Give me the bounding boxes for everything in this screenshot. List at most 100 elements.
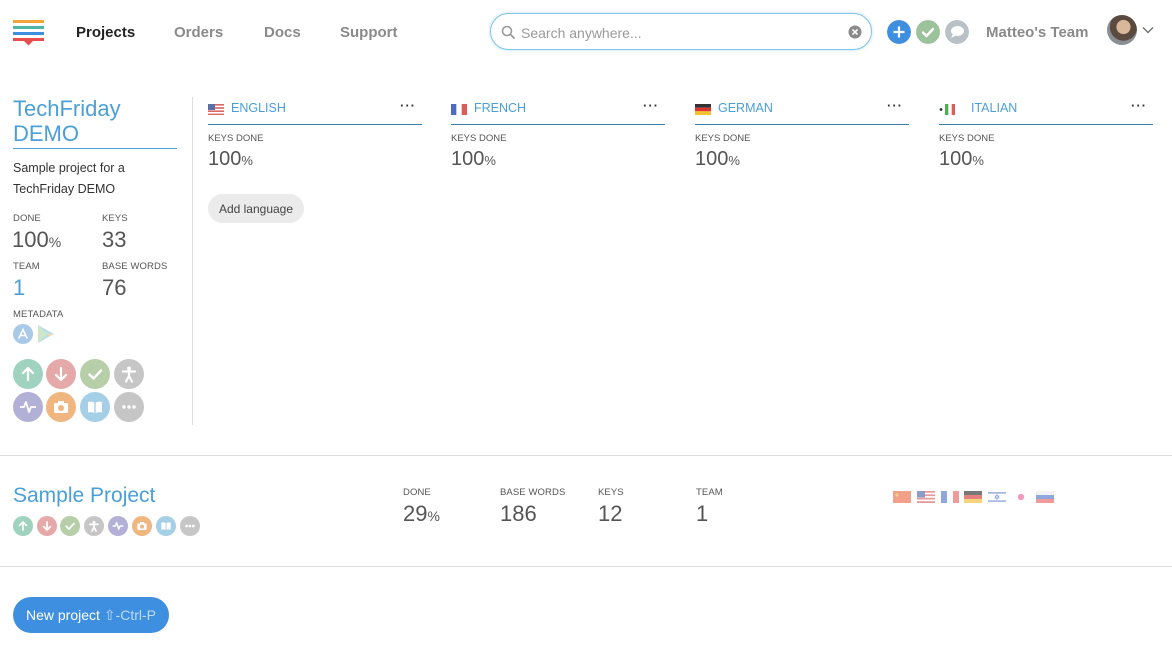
upload-icon[interactable] [13,359,43,389]
google-play-icon[interactable] [36,324,56,344]
language-column-german: GERMAN ··· KEYS DONE 100% [695,98,909,170]
keys-done-number: 100 [695,148,729,170]
done-unit: % [48,234,62,250]
section-divider [0,566,1172,567]
person-icon[interactable] [114,359,144,389]
keys-done-number: 100 [939,148,973,170]
activity-icon[interactable] [108,516,128,536]
search-input[interactable] [519,22,843,44]
ru-flag-icon[interactable] [1036,491,1054,503]
add-language-button[interactable]: Add language [208,194,304,223]
metadata-label: METADATA [13,309,64,320]
team-name[interactable]: Matteo's Team [986,24,1088,41]
done-value: 100% [12,227,61,253]
base-words-label: BASE WORDS [102,261,168,272]
keys-done-unit: % [484,153,496,168]
language-name[interactable]: GERMAN [718,101,773,115]
language-name[interactable]: ITALIAN [971,101,1017,115]
language-menu-button[interactable]: ··· [643,98,659,113]
chat-icon[interactable] [945,20,969,44]
language-menu-button[interactable]: ··· [1131,98,1147,113]
language-menu-button[interactable]: ··· [400,98,416,113]
project-title[interactable]: TechFriday DEMO [13,96,183,146]
keys-done-label: KEYS DONE [939,133,995,144]
keys-label: KEYS [598,487,624,498]
add-plus-icon[interactable] [887,20,911,44]
book-icon[interactable] [156,516,176,536]
project-title-line1[interactable]: TechFriday [13,96,121,121]
done-unit: % [427,508,440,524]
keys-value: 33 [102,227,127,252]
app-store-icon[interactable] [13,324,33,344]
activity-icon[interactable] [13,392,43,422]
camera-icon[interactable] [132,516,152,536]
vertical-divider [192,97,193,425]
title-underline [13,148,177,149]
download-icon[interactable] [37,516,57,536]
check-icon[interactable] [60,516,80,536]
keys-done-unit: % [728,153,740,168]
top-navbar: Projects Orders Docs Support Matteo's Te… [0,0,1172,66]
it-flag-icon [939,104,955,115]
nav-support[interactable]: Support [340,24,398,41]
more-icon[interactable] [180,516,200,536]
chevron-down-icon[interactable] [1142,26,1154,34]
keys-done-value: 100% [939,148,984,171]
de-flag-icon [695,104,711,115]
keys-done-value: 100% [695,148,740,171]
base-words-label: BASE WORDS [500,487,566,498]
us-flag-icon [208,104,224,115]
more-icon[interactable] [114,392,144,422]
done-value: 29% [403,501,440,527]
il-flag-icon[interactable] [988,491,1006,503]
language-header: FRENCH ··· [451,98,665,125]
keys-done-number: 100 [208,148,242,170]
fr-flag-icon [451,104,467,115]
tasks-check-icon[interactable] [916,20,940,44]
nav-projects[interactable]: Projects [76,24,135,41]
us-flag-icon[interactable] [917,491,935,503]
jp-flag-icon[interactable] [1012,491,1030,503]
team-value[interactable]: 1 [13,275,25,301]
language-menu-button[interactable]: ··· [887,98,903,113]
nav-docs[interactable]: Docs [264,24,301,41]
upload-icon[interactable] [13,516,33,536]
keys-done-label: KEYS DONE [208,133,264,144]
project-description: Sample project for a TechFriday DEMO [13,161,125,196]
language-name[interactable]: ENGLISH [231,101,286,115]
check-icon[interactable] [80,359,110,389]
download-icon[interactable] [46,359,76,389]
base-words-value: 76 [102,275,127,300]
cn-flag-icon[interactable] [893,491,911,503]
keys-done-label: KEYS DONE [451,133,507,144]
search-icon [501,25,515,39]
new-project-button[interactable]: New project ⇧-Ctrl-P [13,597,169,633]
project-title[interactable]: Sample Project [13,484,155,508]
fr-flag-icon[interactable] [941,491,959,503]
language-name[interactable]: FRENCH [474,101,526,115]
done-number: 100 [12,227,49,252]
team-value[interactable]: 1 [696,501,708,527]
language-column-italian: ITALIAN ··· KEYS DONE 100% [939,98,1153,170]
new-project-label: New project [26,607,100,623]
team-label: TEAM [13,261,40,272]
de-flag-icon[interactable] [964,491,982,503]
keys-done-number: 100 [451,148,485,170]
base-words-value: 186 [500,501,537,526]
section-divider [0,455,1172,456]
new-project-shortcut: ⇧-Ctrl-P [103,607,156,623]
done-label: DONE [13,213,41,224]
keys-value: 12 [598,501,623,526]
language-column-french: FRENCH ··· KEYS DONE 100% [451,98,665,170]
camera-icon[interactable] [46,392,76,422]
team-label: TEAM [696,487,723,498]
clear-search-icon[interactable] [848,25,862,39]
book-icon[interactable] [80,392,110,422]
avatar[interactable] [1107,15,1137,45]
nav-orders[interactable]: Orders [174,24,223,41]
keys-label: KEYS [102,213,128,224]
keys-done-value: 100% [451,148,496,171]
project-title-line2[interactable]: DEMO [13,121,79,146]
person-icon[interactable] [84,516,104,536]
stacked-bars-logo[interactable] [13,20,44,46]
